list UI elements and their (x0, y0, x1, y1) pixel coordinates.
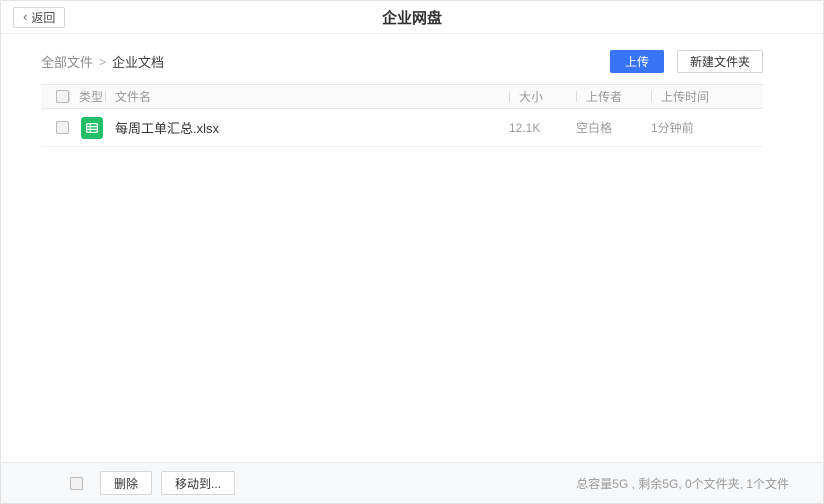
file-upload-time: 1分钟前 (651, 119, 694, 136)
column-header-size: 大小 (519, 88, 543, 105)
new-folder-button[interactable]: 新建文件夹 (677, 50, 763, 73)
header-name-cell: 文件名 (105, 88, 509, 105)
column-divider (576, 91, 577, 102)
column-divider (69, 91, 70, 102)
upload-button[interactable]: 上传 (610, 50, 664, 73)
column-divider (509, 91, 510, 102)
breadcrumb-separator: > (99, 55, 106, 69)
spreadsheet-file-icon (81, 117, 103, 139)
row-size-cell: 12.1K (509, 121, 576, 135)
header-time-cell: 上传时间 (651, 88, 763, 105)
enterprise-drive-window: ‹ 返回 企业网盘 全部文件 > 企业文档 上传 新建文件夹 类型 (0, 0, 824, 504)
file-row[interactable]: 每周工单汇总.xlsx 12.1K 空白格 1分钟前 (41, 109, 763, 147)
row-uploader-cell: 空白格 (576, 119, 651, 136)
row-checkbox-cell (41, 121, 69, 134)
row-type-cell (69, 117, 105, 139)
header-uploader-cell: 上传者 (576, 88, 651, 105)
delete-button[interactable]: 删除 (100, 471, 152, 495)
column-divider (105, 91, 106, 102)
back-button[interactable]: ‹ 返回 (13, 7, 65, 28)
file-table-header: 类型 文件名 大小 上传者 上传时间 (41, 84, 763, 109)
header-checkbox-cell (41, 90, 69, 103)
back-button-label: 返回 (31, 9, 55, 26)
column-header-type: 类型 (79, 88, 103, 105)
chevron-left-icon: ‹ (23, 10, 27, 23)
breadcrumb-current: 企业文档 (112, 52, 164, 71)
breadcrumb-root[interactable]: 全部文件 (41, 52, 93, 71)
select-all-checkbox[interactable] (56, 90, 69, 103)
file-uploader: 空白格 (576, 119, 612, 136)
column-header-uploader: 上传者 (586, 88, 622, 105)
breadcrumb: 全部文件 > 企业文档 (41, 52, 164, 71)
move-to-button[interactable]: 移动到... (161, 471, 235, 495)
footer-select-all-checkbox[interactable] (70, 477, 83, 490)
row-time-cell: 1分钟前 (651, 119, 763, 136)
row-name-cell: 每周工单汇总.xlsx (105, 118, 509, 137)
main-content: 全部文件 > 企业文档 上传 新建文件夹 类型 文件名 大小 (1, 50, 823, 147)
header-size-cell: 大小 (509, 88, 576, 105)
top-bar: ‹ 返回 企业网盘 (1, 1, 823, 34)
file-size: 12.1K (509, 121, 540, 135)
row-checkbox[interactable] (56, 121, 69, 134)
file-name-link[interactable]: 每周工单汇总.xlsx (105, 118, 219, 137)
toolbar-row: 全部文件 > 企业文档 上传 新建文件夹 (41, 50, 763, 73)
column-divider (651, 91, 652, 102)
page-title: 企业网盘 (1, 1, 823, 33)
storage-summary: 总容量5G , 剩余5G, 0个文件夹, 1个文件 (576, 475, 789, 492)
footer-action-bar: 删除 移动到... 总容量5G , 剩余5G, 0个文件夹, 1个文件 (1, 462, 823, 503)
header-type-cell: 类型 (69, 88, 105, 105)
column-header-time: 上传时间 (661, 88, 709, 105)
column-header-name: 文件名 (115, 88, 151, 105)
